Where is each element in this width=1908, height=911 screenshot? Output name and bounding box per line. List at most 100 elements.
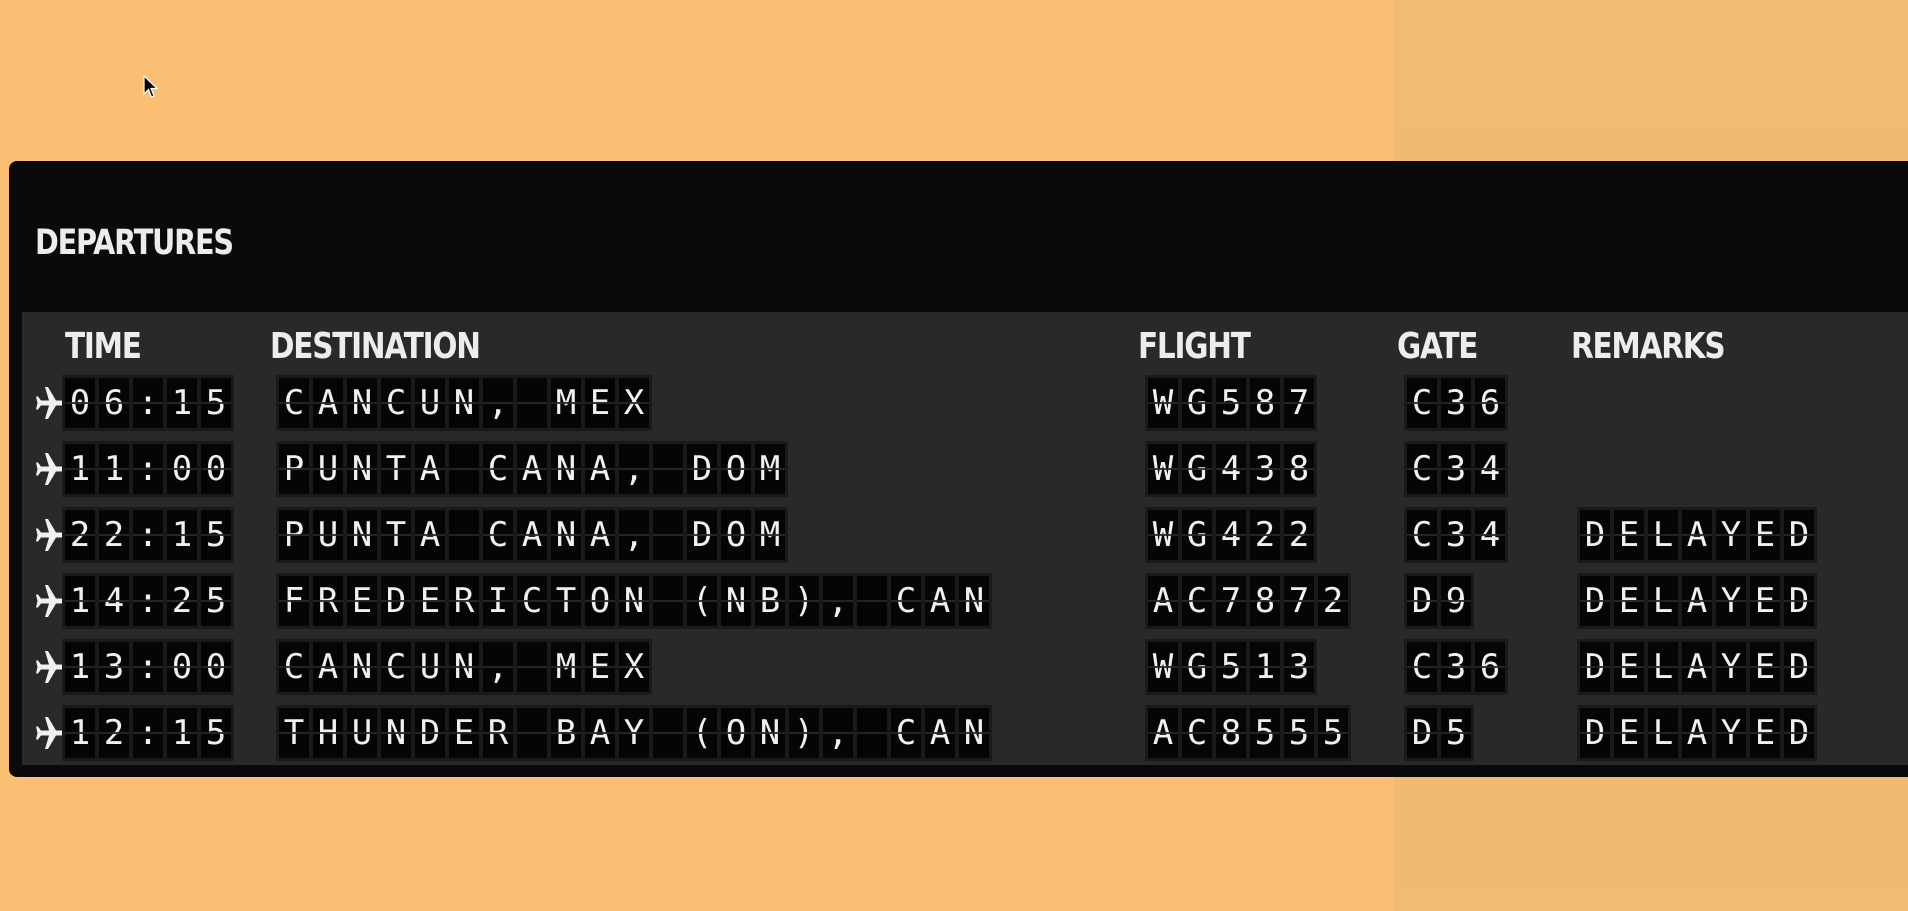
flap-tile: M (551, 642, 581, 692)
flap-tile: 3 (1441, 444, 1471, 494)
flap-tile: 5 (1250, 708, 1280, 758)
flap-tile: T (381, 444, 411, 494)
flap-tile: N (347, 444, 377, 494)
flap-tile: A (517, 510, 547, 560)
flap-tile: N (381, 708, 411, 758)
flap-tile: Y (1716, 642, 1746, 692)
flap-tile: Y (1716, 576, 1746, 626)
flap-tile: E (1750, 642, 1780, 692)
flap-tile: G (1182, 642, 1212, 692)
flap-tile: 1 (65, 576, 95, 626)
flap-tile (653, 444, 683, 494)
flap-tile: ) (789, 708, 819, 758)
flap-tile: Y (1716, 510, 1746, 560)
flap-tile: M (755, 510, 785, 560)
flap-tile: A (1682, 642, 1712, 692)
flap-tile: 8 (1216, 708, 1246, 758)
flight-flight-cell: AC8555 (1145, 705, 1351, 761)
flap-tile: W (1148, 378, 1178, 428)
flap-tile: P (279, 510, 309, 560)
flap-tile: , (619, 510, 649, 560)
board-title: DEPARTURES (35, 223, 234, 263)
flap-tile: A (1682, 576, 1712, 626)
flap-tile: 5 (1216, 642, 1246, 692)
flap-tile: , (483, 378, 513, 428)
flap-tile: N (347, 510, 377, 560)
flap-tile: G (1182, 510, 1212, 560)
flap-tile: N (721, 576, 751, 626)
flap-tile: U (313, 444, 343, 494)
flap-tile: 1 (65, 444, 95, 494)
flap-tile: , (619, 444, 649, 494)
flight-gate-cell: C34 (1404, 507, 1508, 563)
flight-destination-cell: THUNDER BAY (O N), CAN (276, 705, 992, 761)
flap-tile: O (585, 576, 615, 626)
flap-tile: C (483, 510, 513, 560)
flap-tile: A (925, 708, 955, 758)
flap-tile: R (483, 708, 513, 758)
flap-tile: 4 (1475, 444, 1505, 494)
flap-tile: D (1580, 708, 1610, 758)
flap-tile: 3 (1441, 510, 1471, 560)
flap-tile: C (381, 642, 411, 692)
flap-tile: C (279, 378, 309, 428)
flap-tile: 8 (1284, 444, 1314, 494)
flap-tile: 5 (1216, 378, 1246, 428)
flap-tile: D (1580, 642, 1610, 692)
flap-tile: L (1648, 708, 1678, 758)
flap-tile: 5 (1284, 708, 1314, 758)
flight-remarks-cell: DELAYED (1577, 639, 1817, 695)
flight-row: 06:15CANCUN, MEXWG587C36 (22, 375, 1908, 431)
flap-tile (653, 576, 683, 626)
flight-destination-cell: PUNTA CANA, DOM (276, 507, 788, 563)
flap-tile: U (347, 708, 377, 758)
flap-tile: 0 (201, 444, 231, 494)
flight-time-cell: 14:25 (62, 573, 234, 629)
flap-tile: U (415, 642, 445, 692)
flap-tile: B (551, 708, 581, 758)
flap-tile: 5 (201, 378, 231, 428)
flap-tile: L (1648, 642, 1678, 692)
flap-tile: 3 (1284, 642, 1314, 692)
flap-tile: 8 (1250, 378, 1280, 428)
flap-tile (517, 642, 547, 692)
flap-tile: : (133, 444, 163, 494)
flap-tile: C (1407, 642, 1437, 692)
flap-tile: X (619, 378, 649, 428)
flap-tile: 2 (1284, 510, 1314, 560)
flap-tile: I (483, 576, 513, 626)
flap-tile: E (585, 378, 615, 428)
flap-tile: C (279, 642, 309, 692)
flap-tile: L (1648, 576, 1678, 626)
flap-tile: 4 (1216, 444, 1246, 494)
flight-flight-cell: WG422 (1145, 507, 1317, 563)
flap-tile: 1 (99, 444, 129, 494)
flap-tile: E (585, 642, 615, 692)
flap-tile: D (1784, 510, 1814, 560)
flap-tile: M (551, 378, 581, 428)
flight-flight-cell: AC7872 (1145, 573, 1351, 629)
flap-tile: 4 (1216, 510, 1246, 560)
flap-tile: 0 (201, 642, 231, 692)
flap-tile: 8 (1250, 576, 1280, 626)
flight-destination-cell: CANCUN, MEX (276, 639, 652, 695)
flap-tile: 1 (167, 708, 197, 758)
flap-tile: D (1784, 576, 1814, 626)
flap-tile: E (1750, 576, 1780, 626)
flap-tile: A (1148, 576, 1178, 626)
flap-tile: 6 (1475, 642, 1505, 692)
flight-time-cell: 22:15 (62, 507, 234, 563)
flap-tile: E (449, 708, 479, 758)
flap-tile: 2 (65, 510, 95, 560)
flap-tile: W (1148, 510, 1178, 560)
flap-tile: E (1750, 708, 1780, 758)
flap-tile (449, 444, 479, 494)
flap-tile: 3 (99, 642, 129, 692)
flap-tile (857, 576, 887, 626)
flap-tile: A (1682, 708, 1712, 758)
flap-tile: 7 (1216, 576, 1246, 626)
flap-tile: C (1182, 708, 1212, 758)
flap-tile: M (755, 444, 785, 494)
flap-tile: 1 (167, 510, 197, 560)
flap-tile: R (313, 576, 343, 626)
